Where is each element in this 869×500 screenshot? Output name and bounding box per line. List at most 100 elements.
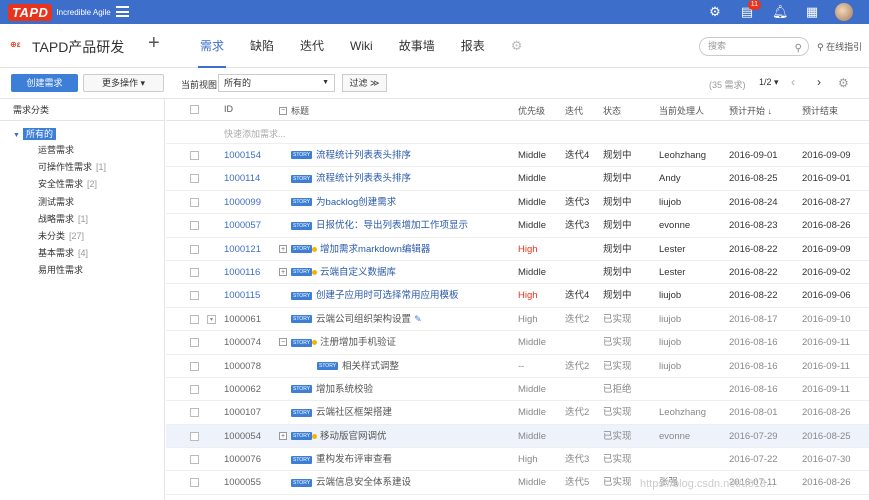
row-start[interactable]: 2016-09-01 xyxy=(729,144,778,167)
row-iteration[interactable]: 迭代4 xyxy=(565,144,589,167)
row-end[interactable]: 2016-08-25 xyxy=(802,425,851,448)
page-selector[interactable]: 1/2 ▾ xyxy=(759,77,779,88)
row-priority[interactable]: High xyxy=(518,308,538,331)
row-checkbox[interactable] xyxy=(190,431,199,441)
col-iteration[interactable]: 迭代 xyxy=(565,104,583,117)
row-start[interactable]: 2016-08-24 xyxy=(729,191,778,214)
row-owner[interactable]: liujob xyxy=(659,191,681,214)
search-input[interactable]: 搜索 ⚲ xyxy=(699,37,809,56)
table-row[interactable]: 1000099 STORY 为backlog创建需求 Middle 迭代3 规划中 liuj… xyxy=(166,191,869,215)
row-end[interactable]: 2016-09-11 xyxy=(802,378,850,401)
row-iteration[interactable]: 迭代5 xyxy=(565,471,589,494)
row-priority[interactable]: Middle xyxy=(518,144,546,167)
row-id[interactable]: 1000054 xyxy=(224,425,261,448)
row-iteration[interactable]: 迭代2 xyxy=(565,401,589,424)
row-end[interactable]: 2016-09-02 xyxy=(802,261,851,284)
row-checkbox[interactable] xyxy=(190,151,199,160)
sidebar-item[interactable]: 可操作性需求 [1] xyxy=(0,159,164,176)
tapd-logo[interactable]: TAPD Incredible Agile xyxy=(8,3,111,21)
row-end[interactable]: 2016-08-26 xyxy=(802,401,851,424)
row-id[interactable]: 1000076 xyxy=(224,448,261,471)
row-id[interactable]: 1000078 xyxy=(224,355,261,378)
row-checkbox[interactable] xyxy=(190,455,199,465)
row-end[interactable]: 2016-08-26 xyxy=(802,214,851,237)
col-priority[interactable]: 优先级 xyxy=(518,104,545,117)
row-status[interactable]: 已实现 xyxy=(603,331,632,354)
row-status[interactable]: 已实现 xyxy=(603,308,632,331)
row-title[interactable]: 流程统计列表表头排序 xyxy=(316,150,411,161)
row-owner[interactable]: Lester xyxy=(659,261,685,284)
row-start[interactable]: 2016-08-22 xyxy=(729,238,778,261)
expand-icon[interactable]: + xyxy=(279,244,287,253)
table-row[interactable]: 1000076 STORY 重构发布评审查看 High 迭代3 已实现 2016-07-22… xyxy=(166,448,869,472)
table-row[interactable]: 1000062 STORY 增加系统校验 Middle 已拒绝 2016-08-16 201… xyxy=(166,378,869,402)
row-title[interactable]: 重构发布评审查看 xyxy=(316,454,392,465)
row-owner[interactable]: Leohzhang xyxy=(659,401,706,424)
view-select[interactable]: 所有的 ▼ xyxy=(218,74,335,92)
row-id[interactable]: 1000055 xyxy=(224,471,261,494)
inbox-icon[interactable]: ▤ 11 xyxy=(739,0,761,20)
avatar[interactable] xyxy=(835,3,853,21)
row-title[interactable]: 云端自定义数据库 xyxy=(320,267,396,278)
bell-icon[interactable]: 🔔︎ xyxy=(772,4,789,20)
row-id[interactable]: 1000057 xyxy=(224,214,261,237)
expand-icon[interactable]: − xyxy=(279,338,287,347)
col-id[interactable]: ID xyxy=(224,104,233,114)
row-owner[interactable]: liujob xyxy=(659,284,681,307)
row-menu-icon[interactable]: ▾ xyxy=(207,314,216,324)
project-title[interactable]: TAPD产品研发 xyxy=(32,37,124,57)
row-end[interactable]: 2016-07-30 xyxy=(802,448,851,471)
expand-icon[interactable]: + xyxy=(279,267,287,276)
edit-icon[interactable]: ✎ xyxy=(414,314,422,324)
row-checkbox[interactable] xyxy=(190,314,199,324)
row-start[interactable]: 2016-08-01 xyxy=(729,401,778,424)
row-id[interactable]: 1000114 xyxy=(224,167,260,190)
filter-button[interactable]: 过滤 ≫ xyxy=(342,74,387,92)
row-priority[interactable]: Middle xyxy=(518,261,546,284)
row-title[interactable]: 创建子应用时可选择常用应用模板 xyxy=(316,290,459,301)
search-icon[interactable]: ⚲ xyxy=(795,40,802,57)
row-owner[interactable]: Leohzhang xyxy=(659,144,706,167)
row-iteration[interactable]: 迭代3 xyxy=(565,191,589,214)
tab-reports[interactable]: 报表 xyxy=(451,24,495,68)
row-status[interactable]: 已实现 xyxy=(603,448,632,471)
table-row[interactable]: 1000074 − STORY 注册增加手机验证 Middle 已实现 liujob 2016… xyxy=(166,331,869,355)
table-row[interactable]: 1000116 + STORY 云端自定义数据库 Middle 规划中 Lester 2016… xyxy=(166,261,869,285)
row-iteration[interactable]: 迭代2 xyxy=(565,355,589,378)
row-priority[interactable]: Middle xyxy=(518,214,546,237)
caret-down-icon[interactable]: ▼ xyxy=(13,132,20,139)
row-title[interactable]: 流程统计列表表头排序 xyxy=(316,173,411,184)
expand-icon[interactable]: + xyxy=(279,431,287,440)
row-title[interactable]: 日报优化：导出列表增加工作项显示 xyxy=(316,220,468,231)
prev-page-icon[interactable]: ‹ xyxy=(791,75,795,89)
row-start[interactable]: 2016-08-16 xyxy=(729,355,778,378)
row-owner[interactable]: evonne xyxy=(659,425,690,448)
add-icon[interactable]: + xyxy=(148,32,160,55)
row-priority[interactable]: Middle xyxy=(518,191,546,214)
row-owner[interactable]: evonne xyxy=(659,214,690,237)
row-id[interactable]: 1000121 xyxy=(224,238,261,261)
row-id[interactable]: 1000062 xyxy=(224,378,261,401)
nav-settings-icon[interactable]: ⚙ xyxy=(501,24,533,68)
sidebar-item[interactable]: 战略需求 [1] xyxy=(0,211,164,228)
sidebar-item[interactable]: 未分类 [27] xyxy=(0,228,164,245)
sidebar-item[interactable]: 易用性需求 xyxy=(0,262,164,279)
table-row[interactable]: 1000054 + STORY 移动版官网调优 Middle 已实现 evonne 2016-… xyxy=(166,424,869,449)
row-title[interactable]: 移动版官网调优 xyxy=(320,431,387,442)
row-title[interactable]: 增加系统校验 xyxy=(316,384,373,395)
row-status[interactable]: 规划中 xyxy=(603,214,632,237)
sidebar-item-all[interactable]: ▼ 所有的 xyxy=(13,127,164,142)
table-row[interactable]: 1000078 STORY 相关样式调整 -- 迭代2 已实现 liujob 2016-08-… xyxy=(166,355,869,378)
row-start[interactable]: 2016-08-16 xyxy=(729,331,778,354)
col-status[interactable]: 状态 xyxy=(603,104,621,117)
tab-wiki[interactable]: Wiki xyxy=(340,24,383,68)
row-end[interactable]: 2016-09-10 xyxy=(802,308,851,331)
row-start[interactable]: 2016-07-29 xyxy=(729,425,778,448)
row-start[interactable]: 2016-08-23 xyxy=(729,214,778,237)
create-requirement-button[interactable]: 创建需求 xyxy=(11,74,78,92)
row-status[interactable]: 已实现 xyxy=(603,355,632,378)
row-priority[interactable]: -- xyxy=(518,355,524,378)
row-id[interactable]: 1000116 xyxy=(224,261,260,284)
sidebar-item[interactable]: 测试需求 xyxy=(0,194,164,211)
next-page-icon[interactable]: › xyxy=(817,75,821,89)
